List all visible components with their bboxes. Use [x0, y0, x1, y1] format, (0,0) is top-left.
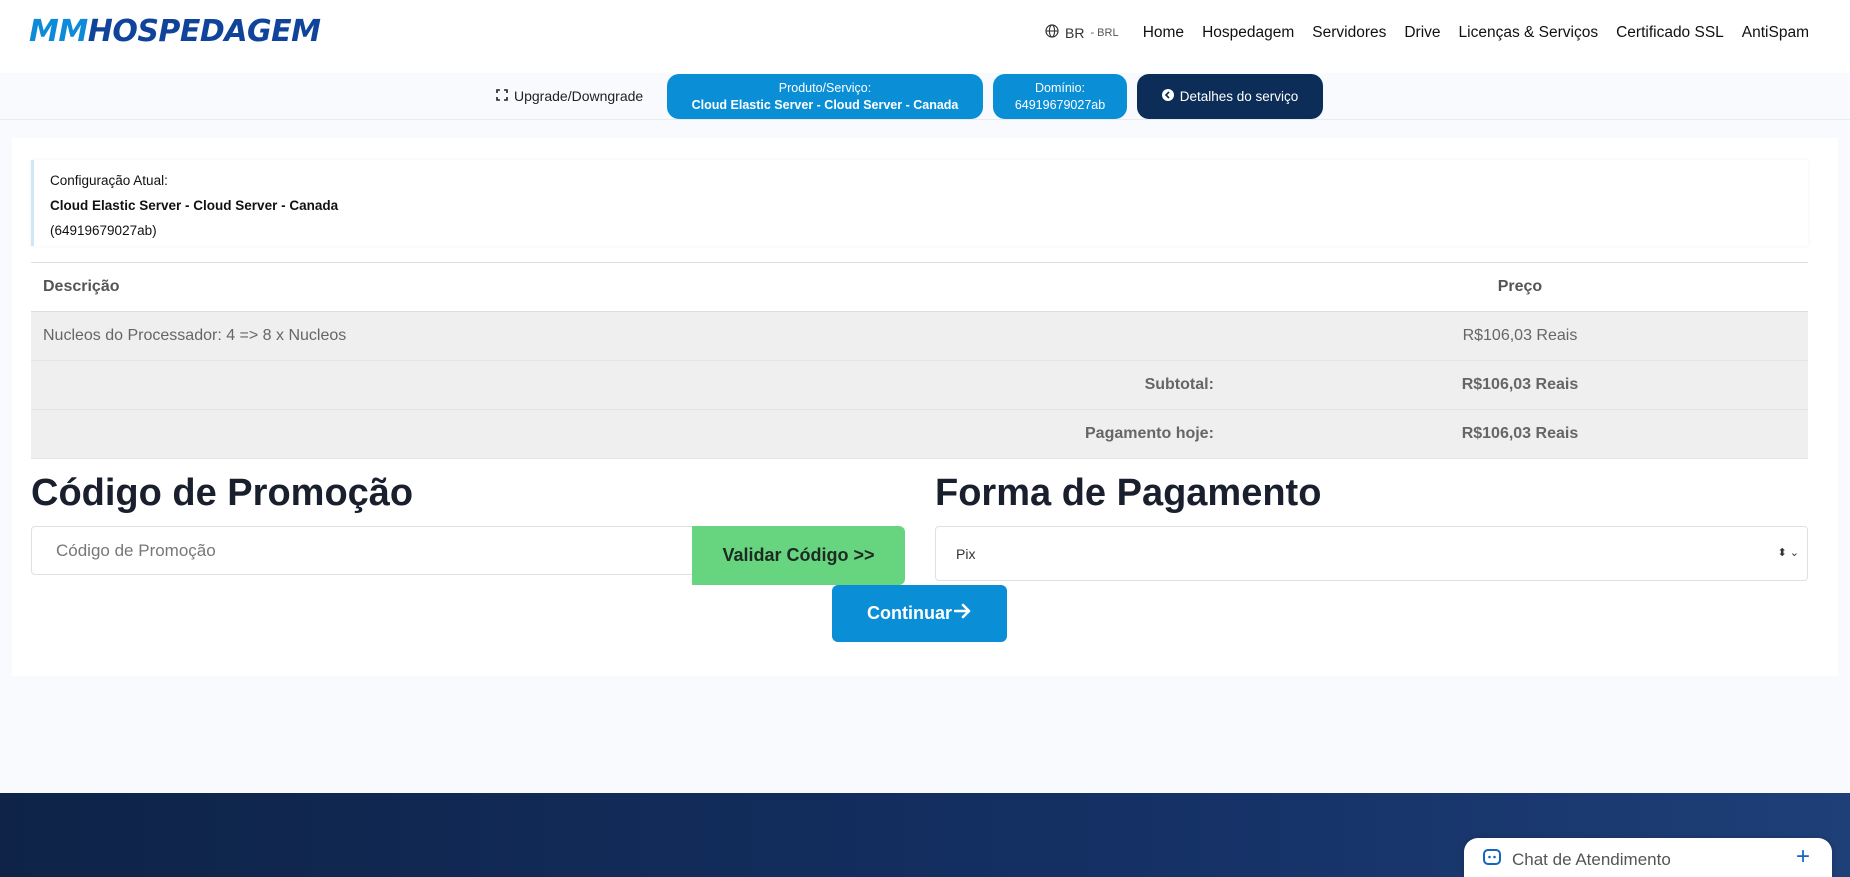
plus-icon[interactable]: + — [1796, 843, 1810, 871]
product-pill: Produto/Serviço: Cloud Elastic Server - … — [667, 74, 983, 119]
globe-icon — [1045, 24, 1059, 41]
payment-method-select[interactable]: Pix ⬍ ⌄ — [935, 526, 1808, 581]
nav-licencas-servicos[interactable]: Licenças & Serviços — [1459, 24, 1599, 42]
subtotal-value: R$106,03 Reais — [1231, 360, 1808, 410]
payment-heading: Forma de Pagamento — [935, 472, 1322, 514]
column-header-spacer — [1085, 262, 1232, 312]
nav-drive[interactable]: Drive — [1404, 24, 1440, 42]
current-config-box: Configuração Atual: Cloud Elastic Server… — [31, 160, 1808, 246]
service-details-label: Detalhes do serviço — [1179, 89, 1299, 104]
chat-label: Chat de Atendimento — [1512, 850, 1671, 869]
nav-certificado-ssl[interactable]: Certificado SSL — [1616, 24, 1724, 42]
upgrade-downgrade-label: Upgrade/Downgrade — [514, 88, 644, 104]
site-logo[interactable]: MMHOSPEDAGEM — [29, 14, 321, 49]
subtotal-row: Subtotal: R$106,03 Reais — [31, 360, 1808, 410]
payment-today-value: R$106,03 Reais — [1231, 409, 1808, 459]
domain-pill: Domínio: 64919679027ab — [993, 74, 1127, 119]
upgrade-downgrade-link[interactable]: Upgrade/Downgrade — [496, 88, 643, 104]
cell-empty — [31, 360, 1085, 410]
column-header-price: Preço — [1231, 262, 1808, 312]
continue-label: Continuar — [867, 603, 952, 623]
table-row: Nucleos do Processador: 4 => 8 x Nucleos… — [31, 311, 1808, 361]
payment-today-label: Pagamento hoje: — [1085, 409, 1232, 459]
order-summary-table: Descrição Preço Nucleos do Processador: … — [31, 262, 1808, 459]
config-id: (64919679027ab) — [50, 223, 157, 238]
promo-code-placeholder: Código de Promoção — [56, 540, 216, 560]
service-details-button[interactable]: Detalhes do serviço — [1137, 74, 1323, 119]
payment-method-value: Pix — [956, 545, 976, 562]
table-header-row: Descrição Preço — [31, 262, 1808, 312]
promo-code-input[interactable]: Código de Promoção — [31, 526, 693, 575]
column-header-description: Descrição — [31, 262, 1085, 312]
logo-mm: MM — [29, 14, 88, 49]
config-title: Configuração Atual: — [50, 173, 168, 188]
nav-hospedagem[interactable]: Hospedagem — [1202, 24, 1294, 42]
cell-empty — [31, 409, 1085, 459]
logo-text: HOSPEDAGEM — [87, 14, 321, 49]
select-arrows-icon: ⬍ ⌄ — [1777, 547, 1800, 559]
chat-widget[interactable]: Chat de Atendimento + — [1464, 838, 1832, 877]
promo-heading: Código de Promoção — [31, 472, 414, 514]
language-code: BR — [1065, 24, 1085, 41]
arrow-left-circle-icon — [1161, 88, 1174, 105]
continue-button[interactable]: Continuar — [832, 585, 1007, 642]
nav-home[interactable]: Home — [1143, 24, 1184, 42]
chat-icon — [1482, 848, 1502, 873]
currency-code: - BRL — [1090, 26, 1119, 39]
language-selector[interactable]: BR - BRL — [1045, 24, 1119, 41]
main-nav: Home Hospedagem Servidores Drive Licença… — [1143, 24, 1809, 42]
arrow-right-icon — [953, 603, 972, 624]
nav-servidores[interactable]: Servidores — [1312, 24, 1386, 42]
product-pill-value: Cloud Elastic Server - Cloud Server - Ca… — [691, 97, 959, 112]
item-price: R$106,03 Reais — [1231, 311, 1808, 361]
subtotal-label: Subtotal: — [1085, 360, 1232, 410]
config-product: Cloud Elastic Server - Cloud Server - Ca… — [50, 198, 339, 213]
domain-pill-value: 64919679027ab — [1014, 97, 1106, 112]
cell-spacer — [1085, 311, 1232, 361]
product-pill-label: Produto/Serviço: — [778, 80, 872, 95]
expand-icon — [496, 88, 508, 104]
top-navbar: MMHOSPEDAGEM BR - BRL Home Hospedagem Se… — [0, 0, 1850, 73]
domain-pill-label: Domínio: — [1034, 80, 1086, 95]
service-subbar: Upgrade/Downgrade Produto/Serviço: Cloud… — [0, 73, 1850, 120]
item-description: Nucleos do Processador: 4 => 8 x Nucleos — [31, 311, 1085, 361]
validate-code-button[interactable]: Validar Código >> — [692, 526, 905, 585]
payment-today-row: Pagamento hoje: R$106,03 Reais — [31, 409, 1808, 459]
nav-antispam[interactable]: AntiSpam — [1742, 24, 1809, 42]
